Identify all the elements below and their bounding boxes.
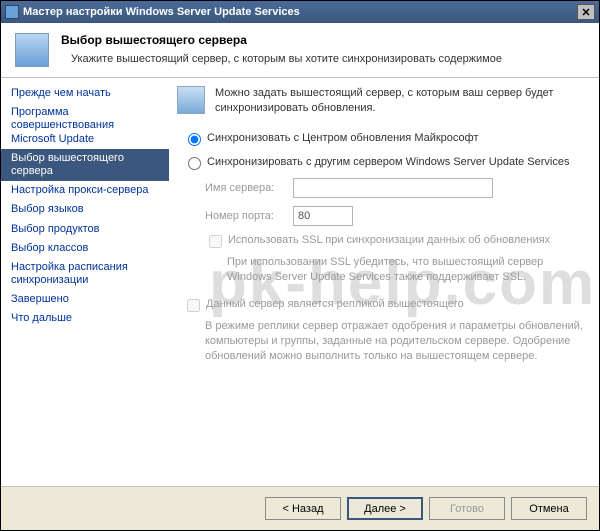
sidebar-step-9[interactable]: Что дальше <box>1 309 169 328</box>
replica-note: В режиме реплики сервер отражает одобрен… <box>205 319 585 364</box>
sidebar-step-7[interactable]: Настройка расписания синхронизации <box>1 258 169 290</box>
wizard-content: pk-help.com Можно задать вышестоящий сер… <box>169 78 599 486</box>
server-icon <box>15 33 49 67</box>
titlebar[interactable]: Мастер настройки Windows Server Update S… <box>1 1 599 23</box>
sidebar-step-3[interactable]: Настройка прокси-сервера <box>1 181 169 200</box>
sidebar-step-8[interactable]: Завершено <box>1 290 169 309</box>
wizard-header: Выбор вышестоящего сервера Укажите вышес… <box>1 23 599 77</box>
sidebar-step-5[interactable]: Выбор продуктов <box>1 220 169 239</box>
radio-sync-other-label: Синхронизировать с другим сервером Windo… <box>207 156 569 168</box>
replica-checkbox[interactable] <box>187 299 200 312</box>
port-label: Номер порта: <box>205 210 293 222</box>
finish-button[interactable]: Готово <box>429 497 505 520</box>
sidebar-step-0[interactable]: Прежде чем начать <box>1 84 169 103</box>
wizard-footer: < Назад Далее > Готово Отмена <box>1 486 599 530</box>
back-button[interactable]: < Назад <box>265 497 341 520</box>
sidebar-step-4[interactable]: Выбор языков <box>1 200 169 219</box>
sidebar-step-2[interactable]: Выбор вышестоящего сервера <box>1 149 169 181</box>
app-icon <box>5 5 19 19</box>
page-subtitle: Укажите вышестоящий сервер, с которым вы… <box>71 53 585 65</box>
port-input[interactable] <box>293 206 353 226</box>
cancel-button[interactable]: Отмена <box>511 497 587 520</box>
sidebar-step-1[interactable]: Программа совершенствования Microsoft Up… <box>1 103 169 149</box>
intro-text: Можно задать вышестоящий сервер, с котор… <box>215 86 585 116</box>
replica-label: Данный сервер является репликой вышестоя… <box>206 298 464 310</box>
ssl-note: При использовании SSL убедитесь, что выш… <box>227 255 585 285</box>
ssl-label: Использовать SSL при синхронизации данны… <box>228 234 550 246</box>
server-name-label: Имя сервера: <box>205 182 293 194</box>
window-title: Мастер настройки Windows Server Update S… <box>23 6 300 18</box>
radio-sync-other[interactable] <box>188 157 201 170</box>
sidebar-step-6[interactable]: Выбор классов <box>1 239 169 258</box>
radio-sync-microsoft[interactable] <box>188 133 201 146</box>
next-button[interactable]: Далее > <box>347 497 423 520</box>
page-title: Выбор вышестоящего сервера <box>61 33 585 47</box>
ssl-checkbox[interactable] <box>209 235 222 248</box>
wizard-steps-sidebar: Прежде чем начатьПрограмма совершенствов… <box>1 78 169 486</box>
wizard-window: Мастер настройки Windows Server Update S… <box>0 0 600 531</box>
close-button[interactable]: ✕ <box>577 4 595 20</box>
radio-sync-microsoft-label: Синхронизовать с Центром обновления Майк… <box>207 132 479 144</box>
info-icon <box>177 86 205 114</box>
server-name-input[interactable] <box>293 178 493 198</box>
